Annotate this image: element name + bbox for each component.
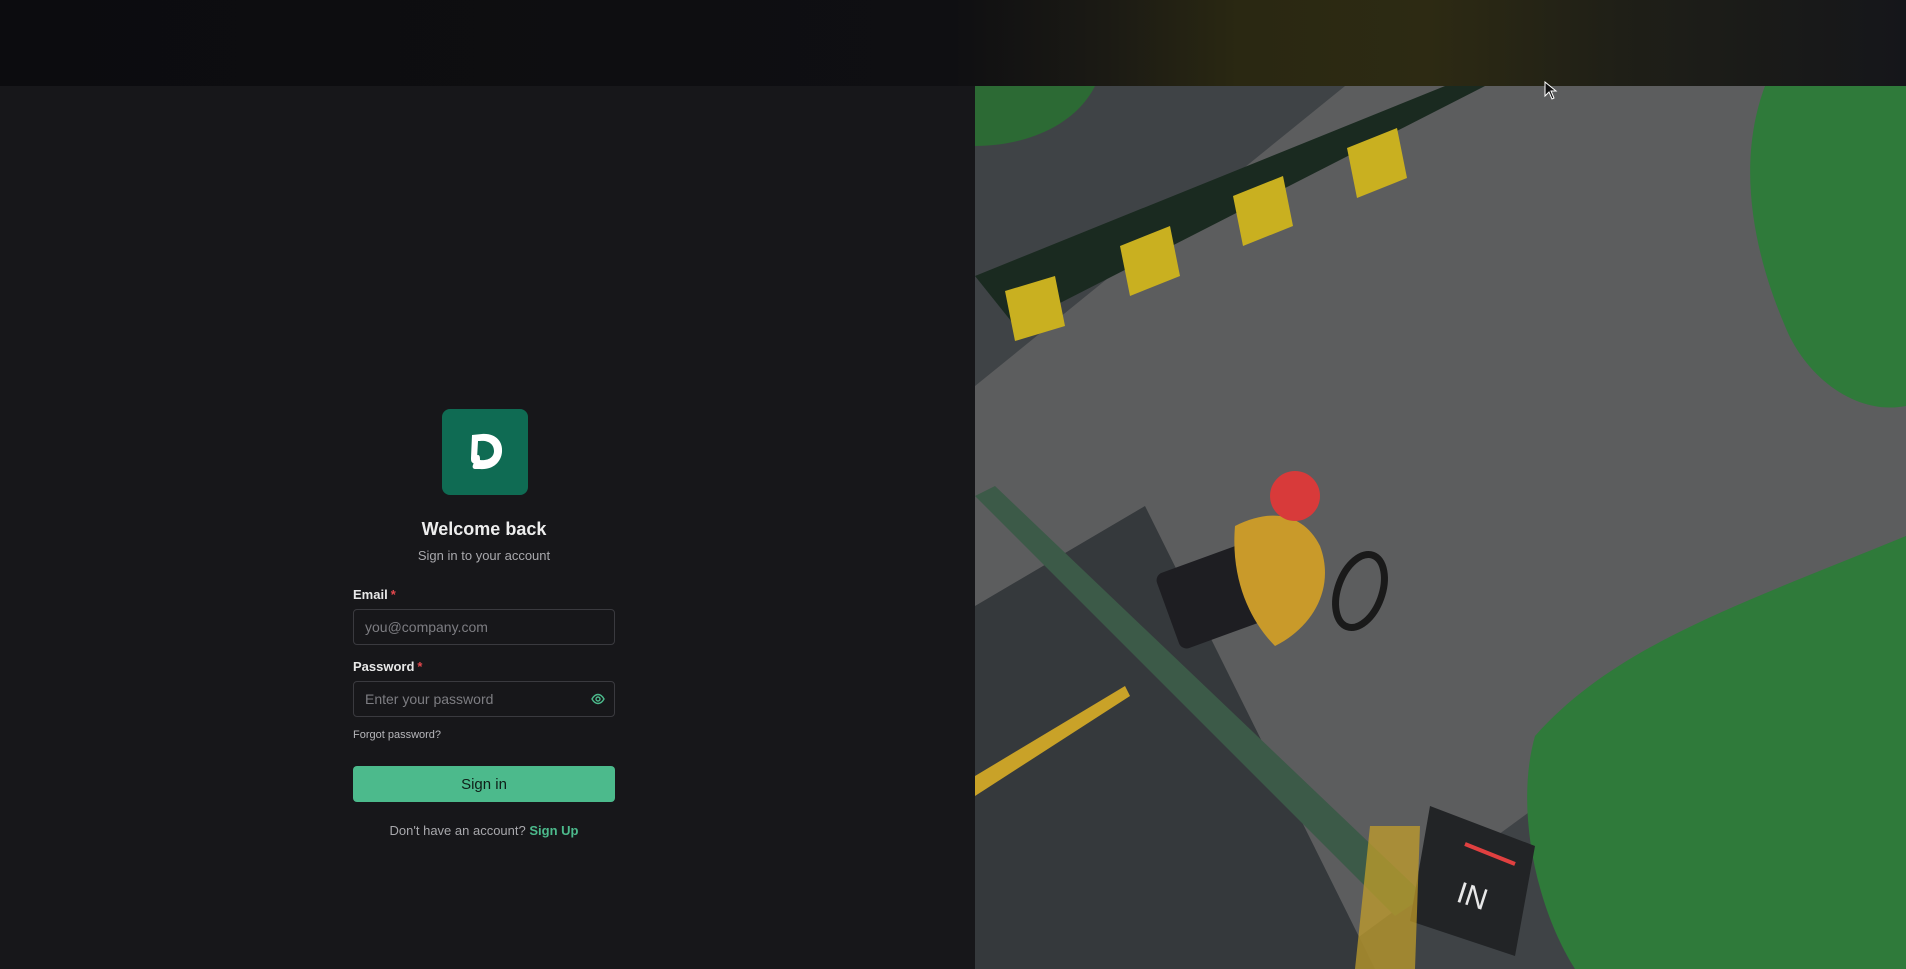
app-logo bbox=[442, 409, 528, 495]
eye-icon[interactable] bbox=[591, 693, 605, 705]
forgot-password-link[interactable]: Forgot password? bbox=[353, 729, 441, 741]
email-field[interactable]: you@company.com bbox=[353, 609, 615, 645]
email-placeholder: you@company.com bbox=[365, 619, 488, 635]
email-label: Email * bbox=[353, 587, 396, 602]
hero-image: IN bbox=[975, 86, 1906, 969]
required-mark: * bbox=[417, 659, 423, 674]
password-field[interactable]: Enter your password bbox=[353, 681, 615, 717]
page-subtitle: Sign in to your account bbox=[417, 548, 551, 563]
page-title: Welcome back bbox=[421, 519, 547, 539]
rainy-street-photo: IN bbox=[975, 86, 1906, 969]
logo-d-icon bbox=[471, 433, 503, 470]
password-label: Password * bbox=[353, 659, 423, 674]
mouse-cursor-icon bbox=[1544, 81, 1558, 100]
no-account-text: Don't have an account? bbox=[389, 823, 526, 838]
sign-up-link[interactable]: Sign Up bbox=[529, 823, 578, 838]
signup-prompt: Don't have an account? Sign Up bbox=[353, 823, 615, 838]
sign-in-button[interactable]: Sign in bbox=[353, 766, 615, 802]
password-placeholder: Enter your password bbox=[365, 691, 494, 707]
login-panel: Welcome back Sign in to your account Ema… bbox=[0, 86, 975, 969]
required-mark: * bbox=[390, 587, 396, 602]
top-bar bbox=[0, 0, 1906, 86]
